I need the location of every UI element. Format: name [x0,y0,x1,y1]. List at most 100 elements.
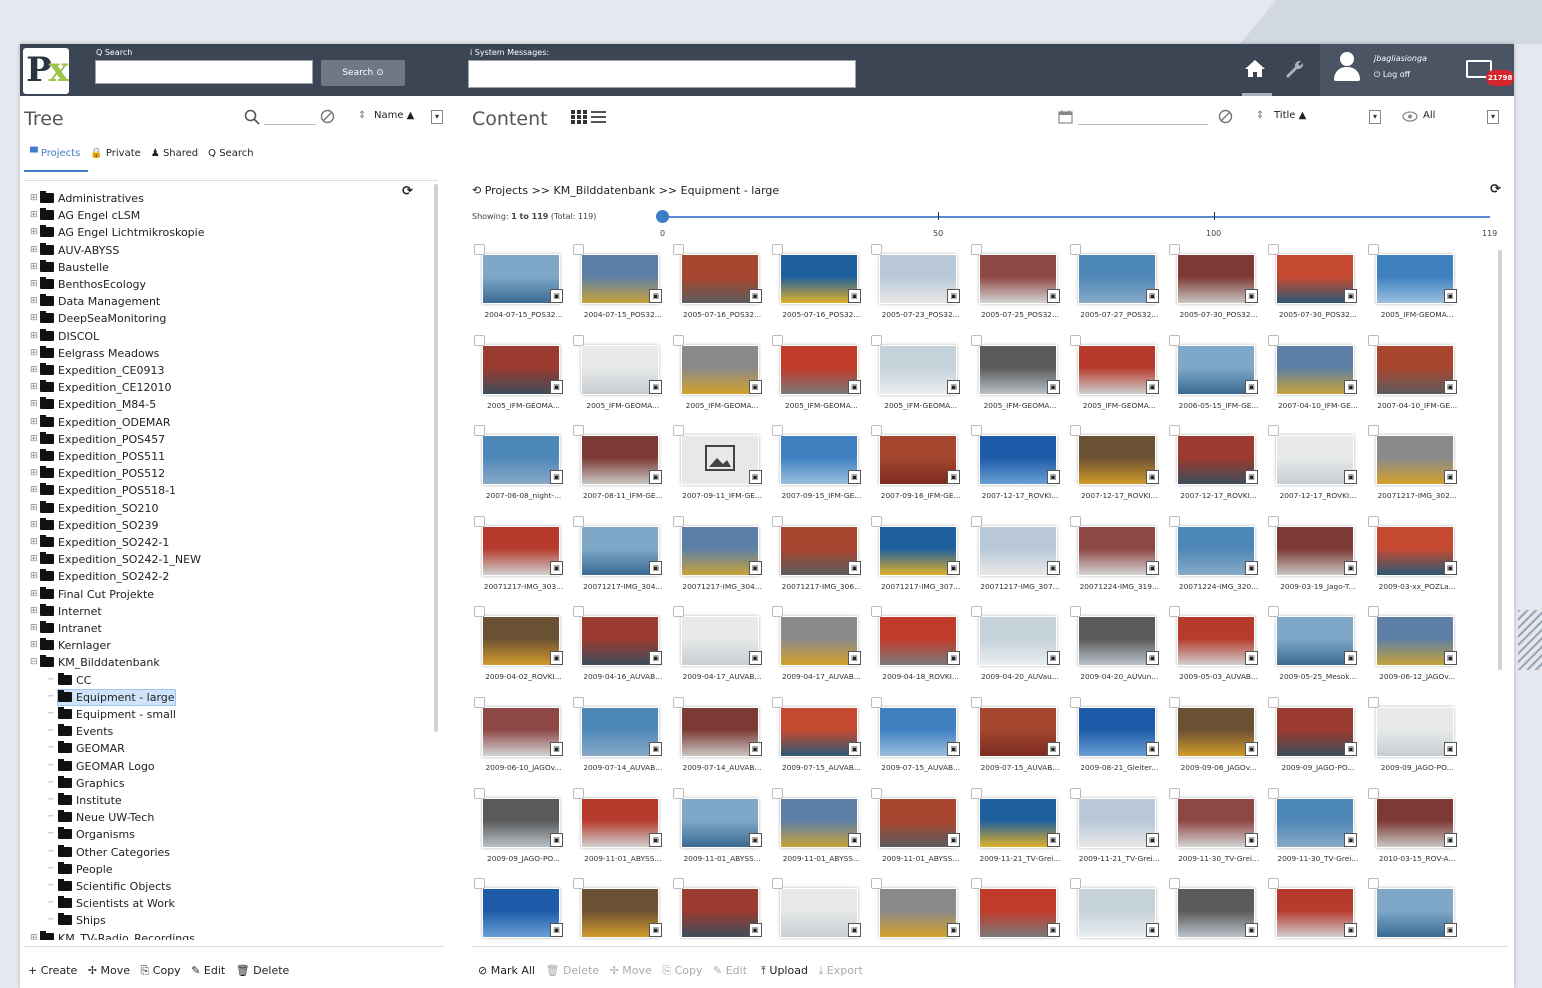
tree-item[interactable]: Baustelle [40,259,109,275]
thumbnail-checkbox[interactable] [1169,697,1181,708]
tree-expand-toggle[interactable]: ┄ [48,675,53,685]
thumbnail-item[interactable]: ▣ 2006-05-15_IFM-GE... [1167,334,1266,425]
chevron-down-icon[interactable]: ▾ [1369,110,1381,124]
thumbnail-checkbox[interactable] [474,606,485,618]
thumbnail-checkbox[interactable] [1268,878,1280,890]
thumbnail-image[interactable] [1375,254,1454,304]
thumbnail-item[interactable]: ▣ 2004-07-15_POS32... [571,244,670,334]
tree-item[interactable]: Internet [40,603,102,619]
tree-item[interactable]: Expedition_SO242-1 [40,535,169,550]
tree-expand-toggle[interactable]: ⊞ [30,434,38,444]
thumbnail-image[interactable] [1276,254,1355,304]
tree-expand-toggle[interactable]: ⊞ [30,365,38,375]
thumbnail-checkbox[interactable] [771,606,783,618]
tree-expand-toggle[interactable]: ┄ [48,847,53,857]
thumbnail-item[interactable]: ▣ 2009-04-17_AUVAB... [770,606,869,696]
tree-search-input[interactable] [264,124,316,125]
tree-item[interactable]: Organisms [58,827,135,842]
tree-expand-toggle[interactable]: ⊞ [30,193,38,203]
tree-expand-toggle[interactable]: ┄ [48,709,53,719]
thumbnail-checkbox[interactable] [1367,515,1379,527]
thumbnail-item[interactable]: ▣ 2005_IFM-GEOMA... [969,334,1068,425]
thumbnail-item[interactable]: ▣ 20071217-IMG_303... [472,515,571,606]
tree-item[interactable]: Other Categories [58,844,170,860]
thumbnail-checkbox[interactable] [970,878,982,890]
thumbnail-image[interactable] [581,254,660,304]
wrench-icon[interactable] [1282,58,1304,80]
history-icon[interactable]: ⟲ [472,184,481,197]
range-slider[interactable] [660,216,1490,218]
search-button[interactable]: Search ⊙ [321,60,405,86]
thumbnail-checkbox[interactable] [573,878,585,890]
thumbnail-checkbox[interactable] [970,787,982,799]
thumbnail-checkbox[interactable] [1069,606,1081,618]
thumbnail-image[interactable] [1077,707,1156,757]
thumbnail-checkbox[interactable] [970,244,982,255]
thumbnail-image[interactable] [779,616,858,667]
thumbnail-image[interactable] [581,888,660,939]
thumbnail-image[interactable] [482,616,560,667]
thumbnail-checkbox[interactable] [672,606,684,618]
tree-item[interactable]: DISCOL [40,328,99,344]
tree-expand-toggle[interactable]: ⊞ [30,313,38,323]
tree-item[interactable]: BenthosEcology [40,277,146,292]
tree-item[interactable]: Expedition_POS457 [40,431,165,447]
thumbnail-item[interactable]: ▣ 2009-04-02_ROVKI... [472,606,571,696]
thumbnail-checkbox[interactable] [1169,425,1181,437]
thumbnail-checkbox[interactable] [970,606,982,618]
thumbnail-checkbox[interactable] [1069,697,1081,708]
thumbnail-image[interactable] [879,435,958,486]
thumbnail-checkbox[interactable] [672,244,684,255]
tree-item[interactable]: Events [58,724,113,739]
thumbnail-image[interactable] [581,525,660,576]
thumbnail-image[interactable] [879,616,958,667]
tree-expand-toggle[interactable]: ⊞ [30,227,38,237]
thumbnail-item[interactable]: ▣ 2009-11-01_ABYSS... [671,787,770,878]
thumbnail-checkbox[interactable] [771,697,783,708]
thumbnail-image[interactable] [1077,344,1156,395]
tree-item[interactable]: Expedition_SO242-1_NEW [40,552,201,567]
slider-handle[interactable] [656,210,669,223]
thumbnail-image[interactable] [1177,616,1256,667]
thumbnail-image[interactable] [680,254,759,304]
thumbnail-item[interactable]: ▣ 20071217-IMG_307... [869,515,968,606]
thumbnail-checkbox[interactable] [1069,787,1081,799]
thumbnail-image[interactable] [978,616,1057,667]
thumbnail-item[interactable]: ▣ 20071217-IMG_304... [571,515,670,606]
thumbnail-checkbox[interactable] [672,787,684,799]
thumbnail-item[interactable]: ▣ 2005-07-30_POS32... [1266,244,1365,334]
thumbnail-image[interactable] [1077,888,1156,939]
thumbnail-item[interactable]: ▣ 2009-04-20_AUVun... [1068,606,1167,696]
tree-expand-toggle[interactable]: ⊞ [30,331,38,341]
thumbnail-item[interactable]: ▣ 2009-07-15_AUVAB... [770,697,869,787]
thumbnail-checkbox[interactable] [1169,606,1181,618]
thumbnail-item[interactable]: ▣ 2007-09-11_IFM-GE... [671,425,770,515]
thumbnail-checkbox[interactable] [474,334,485,346]
thumbnail-checkbox[interactable] [1367,334,1379,346]
thumbnail-item[interactable]: ▣ 2007-06-08_night-... [472,425,571,515]
thumbnail-item[interactable]: ▣ 2009-09_JAGO-PO... [1266,697,1365,787]
thumbnail-item[interactable]: ▣ 2009-06-12_JAGOv... [1366,606,1465,696]
search-icon[interactable] [244,109,260,125]
tree-item[interactable]: Scientific Objects [58,879,171,894]
tree-item[interactable]: Eelgrass Meadows [40,345,159,361]
thumbnail-checkbox[interactable] [771,878,783,890]
tree-item[interactable]: Data Management [40,294,160,309]
thumbnail-item[interactable]: ▣ 2005_IFM-GEOMA... [1068,334,1167,425]
thumbnail-item[interactable]: ▣ 2007-12-17_ROVKI... [969,425,1068,515]
export-button[interactable]: ⤓ Export [818,964,862,977]
thumbnail-item[interactable]: ▣ 2007-08-11_IFM-GE... [571,425,670,515]
tree-item[interactable]: KM_Bilddatenbank [40,655,160,670]
thumbnail-image[interactable] [1276,797,1355,848]
thumbnail-item[interactable]: ▣ 2005_IFM-GEOMA... [770,334,869,425]
visibility-filter-select[interactable]: All [1423,110,1435,121]
thumbnail-image[interactable] [581,435,660,486]
thumbnail-image[interactable] [879,254,958,304]
thumbnail-checkbox[interactable] [573,244,585,255]
thumbnail-image[interactable] [978,344,1057,395]
content-sort-select[interactable]: Title ▲ [1274,110,1306,121]
tree-item[interactable]: CC [58,672,91,688]
thumbnail-image[interactable] [1276,344,1355,395]
thumbnail-item[interactable]: ▣ 2009-09_JAGO-PO... [472,787,571,878]
move-button[interactable]: ✢ Move [610,964,652,977]
